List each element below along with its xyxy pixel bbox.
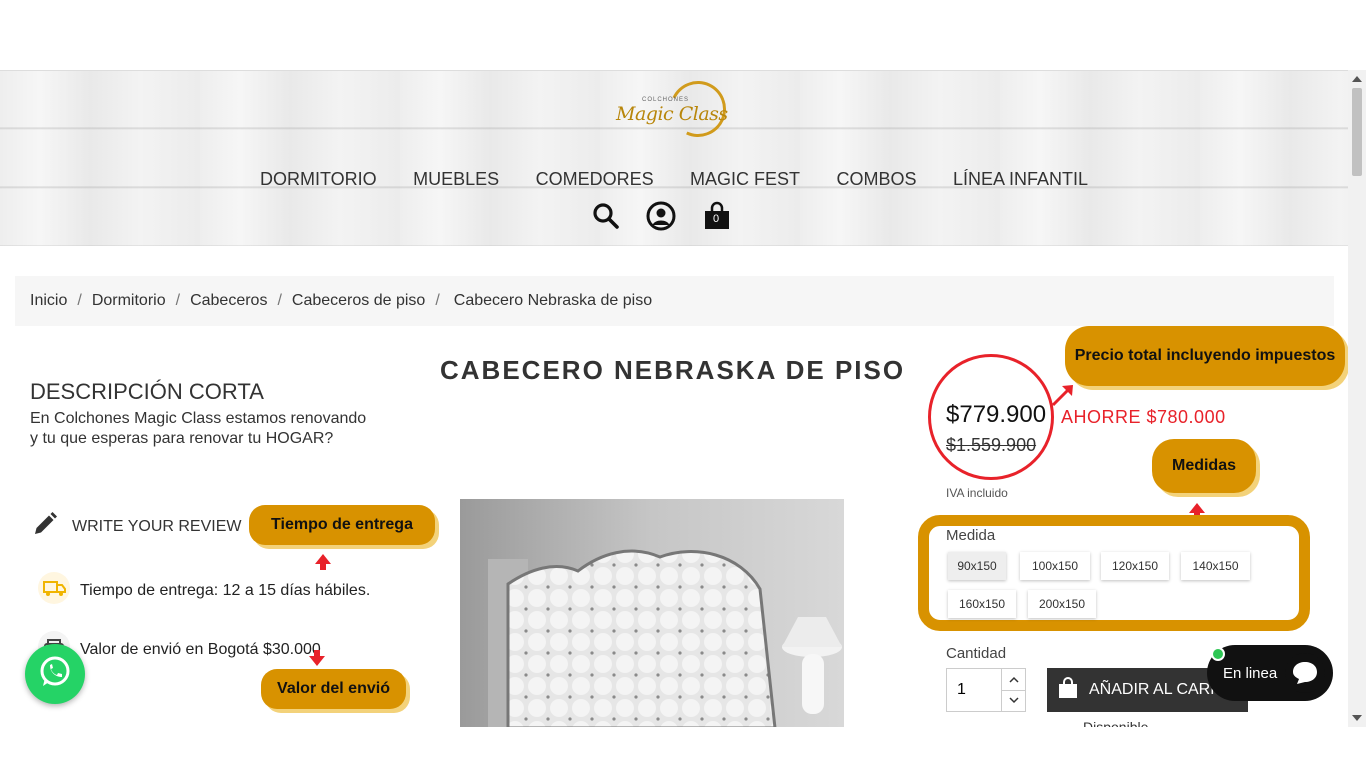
short-description-title: DESCRIPCIÓN CORTA [30, 379, 264, 404]
breadcrumb-inicio[interactable]: Inicio [30, 292, 67, 310]
shopping-bag-icon[interactable]: 0 [702, 201, 732, 231]
size-option-140x150[interactable]: 140x150 [1181, 552, 1250, 580]
header-icons: 0 [592, 201, 732, 231]
quantity-decrease-button[interactable] [1001, 689, 1025, 711]
scroll-down-arrow[interactable] [1352, 715, 1362, 721]
arrow-up-icon [313, 552, 333, 577]
live-chat-widget[interactable]: En linea [1207, 645, 1333, 701]
short-description-line: y tu que esperas para renovar tu HOGAR? [30, 430, 334, 447]
delivery-text: Tiempo de entrega: 12 a 15 días hábiles. [80, 581, 371, 599]
breadcrumb-separator: / [435, 292, 440, 309]
quantity-increase-button[interactable] [1001, 669, 1025, 691]
page-scrollbar[interactable] [1348, 70, 1366, 727]
medida-label: Medida [946, 527, 996, 544]
whatsapp-button[interactable] [25, 644, 85, 704]
size-option-200x150[interactable]: 200x150 [1028, 590, 1096, 618]
logo-script-text: Magic Class [616, 103, 728, 125]
site-logo[interactable]: COLCHONES Magic Class [612, 73, 734, 145]
nav-muebles[interactable]: MUEBLES [413, 169, 499, 190]
nav-combos[interactable]: COMBOS [837, 169, 917, 190]
breadcrumb-cabeceros-de-piso[interactable]: Cabeceros de piso [292, 292, 425, 310]
nav-dormitorio[interactable]: DORMITORIO [260, 169, 377, 190]
search-icon[interactable] [592, 202, 620, 230]
breadcrumb-separator: / [175, 292, 181, 309]
truck-icon [36, 571, 72, 610]
scrollbar-thumb[interactable] [1352, 88, 1362, 176]
short-description-line: En Colchones Magic Class estamos renovan… [30, 410, 367, 427]
breadcrumb: Inicio / Dormitorio / Cabeceros / Cabece… [15, 276, 1334, 326]
cart-count: 0 [713, 213, 720, 225]
whatsapp-icon [37, 654, 73, 695]
pencil-icon [32, 511, 58, 542]
callout-precio-total: Precio total incluyendo impuestos [1065, 326, 1345, 386]
breadcrumb-current: Cabecero Nebraska de piso [453, 292, 653, 309]
product-title: CABECERO NEBRASKA DE PISO [440, 355, 906, 385]
nav-linea-infantil[interactable]: LÍNEA INFANTIL [953, 169, 1088, 190]
chat-bubble-icon[interactable] [1285, 653, 1325, 693]
tax-label: IVA incluido [946, 486, 1008, 500]
quantity-label: Cantidad [946, 645, 1007, 662]
callout-medidas: Medidas [1152, 439, 1256, 493]
breadcrumb-separator: / [77, 292, 82, 309]
size-option-100x150[interactable]: 100x150 [1020, 552, 1090, 580]
site-header: COLCHONES Magic Class DORMITORIO MUEBLES… [0, 71, 1348, 246]
breadcrumb-separator: / [277, 292, 282, 309]
user-icon[interactable] [646, 201, 676, 231]
quantity-stepper [946, 668, 1026, 712]
breadcrumb-cabeceros[interactable]: Cabeceros [190, 292, 267, 310]
short-description-text: En Colchones Magic Class estamos renovan… [30, 409, 390, 449]
chevron-down-icon [1008, 696, 1019, 703]
nav-magic-fest[interactable]: MAGIC FEST [690, 169, 800, 190]
write-review-link[interactable]: WRITE YOUR REVIEW [32, 511, 242, 542]
shopping-bag-icon [1057, 676, 1079, 704]
availability-text: Disponible [1083, 719, 1149, 727]
discount-badge: AHORRE $780.000 [1061, 407, 1226, 427]
breadcrumb-dormitorio[interactable]: Dormitorio [92, 292, 166, 310]
write-review-label: WRITE YOUR REVIEW [72, 517, 242, 535]
chat-status-label: En linea [1223, 664, 1278, 682]
size-option-120x150[interactable]: 120x150 [1101, 552, 1169, 580]
callout-tiempo-entrega: Tiempo de entrega [249, 505, 435, 545]
size-option-90x150[interactable]: 90x150 [948, 552, 1006, 580]
page-viewport: COLCHONES Magic Class DORMITORIO MUEBLES… [0, 70, 1348, 727]
online-status-dot [1211, 647, 1225, 661]
callout-valor-envio: Valor del envió [261, 669, 406, 709]
scroll-up-arrow[interactable] [1352, 76, 1362, 82]
product-image[interactable] [460, 499, 844, 727]
shipping-text: Valor de envió en Bogotá $30.000 [80, 640, 321, 658]
nav-comedores[interactable]: COMEDORES [536, 169, 654, 190]
chevron-up-icon [1008, 676, 1019, 683]
current-price: $779.900 [946, 401, 1047, 428]
size-option-160x150[interactable]: 160x150 [948, 590, 1016, 618]
main-nav: DORMITORIO MUEBLES COMEDORES MAGIC FEST … [0, 169, 1348, 190]
regular-price: $1.559.900 [946, 435, 1037, 455]
quantity-input[interactable] [947, 669, 1003, 711]
price-box: $779.900 $1.559.900 [946, 401, 1046, 456]
